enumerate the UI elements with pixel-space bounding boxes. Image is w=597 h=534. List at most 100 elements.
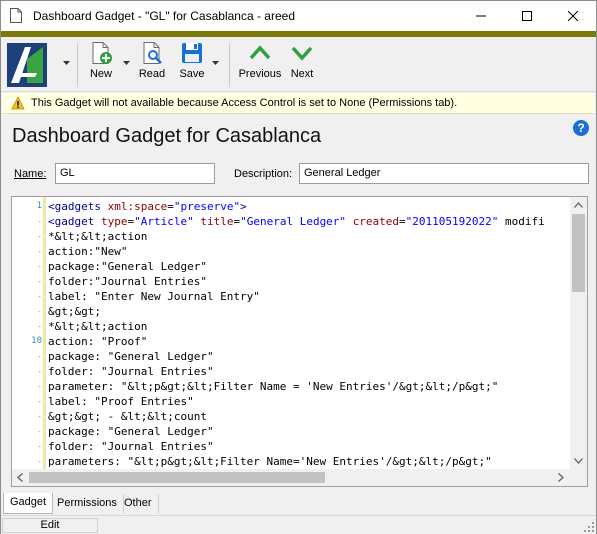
- page-title: Dashboard Gadget for Casablanca: [12, 125, 322, 147]
- scrollbar-corner: [570, 469, 587, 486]
- toolbar-separator: [77, 43, 78, 87]
- code-line: *&lt;&lt;action: [48, 320, 148, 333]
- line-number: 1: [36, 201, 42, 211]
- save-disk-icon: [182, 43, 202, 63]
- code-line: <gadgets xml:space="preserve">: [48, 200, 247, 213]
- new-button[interactable]: New: [88, 41, 114, 89]
- code-line: folder: "Journal Entries": [48, 365, 214, 378]
- resize-grip-icon[interactable]: [584, 522, 594, 532]
- new-dropdown-icon[interactable]: [123, 61, 130, 66]
- chevron-up-icon: [249, 45, 271, 60]
- horizontal-scrollbar[interactable]: [12, 469, 570, 486]
- line-number: -: [37, 307, 42, 316]
- code-line: &gt;&gt;: [48, 305, 101, 318]
- edit-mode-indicator: Edit: [2, 518, 98, 533]
- app-menu-dropdown-icon[interactable]: [63, 61, 70, 66]
- name-label: Name:: [14, 168, 46, 180]
- maximize-icon: [522, 11, 532, 21]
- minimize-icon: [476, 15, 486, 17]
- read-button[interactable]: Read: [137, 41, 167, 89]
- scroll-right-arrow-icon[interactable]: [558, 473, 564, 482]
- close-icon: [568, 11, 578, 21]
- vertical-scrollbar[interactable]: [570, 197, 587, 469]
- toolbar: New Read Save Previous Next: [1, 37, 596, 92]
- horizontal-scroll-thumb[interactable]: [29, 472, 325, 483]
- tab-permissions[interactable]: Permissions: [51, 494, 124, 514]
- change-marker-bar: [43, 197, 46, 469]
- code-line: action: "Proof": [48, 335, 148, 348]
- read-button-label: Read: [138, 68, 166, 80]
- tab-gadget[interactable]: Gadget: [3, 493, 54, 514]
- document-icon: [10, 8, 22, 23]
- app-logo-icon: [7, 43, 47, 87]
- bottom-tab-strip: Gadget Permissions Other: [1, 493, 596, 514]
- dashboard-gadget-window: Dashboard Gadget - "GL" for Casablanca -…: [0, 0, 597, 534]
- line-number: -: [37, 412, 42, 421]
- save-dropdown-icon[interactable]: [212, 61, 219, 66]
- title-bar: Dashboard Gadget - "GL" for Casablanca -…: [1, 1, 596, 31]
- line-number: -: [37, 352, 42, 361]
- code-line: folder:"Journal Entries": [48, 275, 207, 288]
- line-number: -: [37, 292, 42, 301]
- tab-other[interactable]: Other: [118, 494, 159, 514]
- previous-button[interactable]: Previous: [237, 41, 283, 89]
- line-number: -: [37, 322, 42, 331]
- access-warning-banner: This Gadget will not available because A…: [2, 93, 595, 114]
- name-label-text: Name:: [14, 168, 47, 180]
- code-line: action:"New": [48, 245, 128, 258]
- next-button-label: Next: [290, 68, 314, 80]
- scroll-left-arrow-icon[interactable]: [17, 473, 23, 482]
- line-number-gutter: 1 - - - - - - - - 10 - - - - - - - -: [12, 197, 44, 469]
- line-number: -: [37, 397, 42, 406]
- code-line: package: "General Ledger": [48, 350, 214, 363]
- xml-code-editor[interactable]: 1 - - - - - - - - 10 - - - - - - - - <gadgets xml:space="…: [11, 196, 588, 487]
- code-line: parameter: "&lt;p&gt;&lt;Filter Name = '…: [48, 380, 499, 393]
- help-icon[interactable]: ?: [573, 120, 589, 136]
- line-number: -: [37, 427, 42, 436]
- description-label: Description:: [234, 168, 292, 180]
- warning-icon: [11, 96, 25, 110]
- save-button[interactable]: Save: [177, 41, 207, 89]
- minimize-button[interactable]: [458, 1, 504, 31]
- line-number: -: [37, 442, 42, 451]
- line-number: -: [37, 232, 42, 241]
- code-line: package:"General Ledger": [48, 260, 207, 273]
- code-line: parameters: "&lt;p&gt;&lt;Filter Name='N…: [48, 455, 492, 468]
- code-line: &gt;&gt; - &lt;&lt;count: [48, 410, 207, 423]
- code-line: label: "Enter New Journal Entry": [48, 290, 260, 303]
- name-field[interactable]: GL: [55, 163, 215, 184]
- maximize-button[interactable]: [504, 1, 550, 31]
- read-document-icon: [143, 42, 162, 64]
- chevron-down-icon: [291, 46, 313, 61]
- line-number: -: [37, 277, 42, 286]
- line-number: -: [37, 367, 42, 376]
- next-button[interactable]: Next: [288, 41, 316, 89]
- line-number: -: [37, 457, 42, 466]
- code-line: <gadget type="Article" title="General Le…: [48, 215, 545, 228]
- code-line: label: "Proof Entries": [48, 395, 194, 408]
- code-line: package: "General Ledger": [48, 425, 214, 438]
- previous-button-label: Previous: [238, 68, 282, 80]
- warning-text: This Gadget will not available because A…: [31, 97, 458, 109]
- line-number: -: [37, 262, 42, 271]
- line-number: -: [37, 217, 42, 226]
- status-bar: Edit: [1, 515, 596, 534]
- new-button-label: New: [89, 68, 112, 80]
- scroll-up-arrow-icon[interactable]: [574, 202, 583, 208]
- line-number: -: [37, 382, 42, 391]
- close-button[interactable]: [550, 1, 596, 31]
- new-document-icon: [92, 42, 112, 64]
- description-label-text: Description:: [234, 168, 293, 180]
- line-number: -: [37, 247, 42, 256]
- code-line: folder: "Journal Entries": [48, 440, 214, 453]
- scroll-down-arrow-icon[interactable]: [574, 458, 583, 464]
- code-line: *&lt;&lt;action: [48, 230, 148, 243]
- code-text-area[interactable]: <gadgets xml:space="preserve"> <gadget ty…: [48, 199, 570, 469]
- description-field[interactable]: General Ledger: [299, 163, 589, 184]
- window-title: Dashboard Gadget - "GL" for Casablanca -…: [33, 9, 295, 23]
- vertical-scroll-thumb[interactable]: [572, 214, 585, 292]
- app-menu-button[interactable]: [7, 43, 47, 91]
- save-button-label: Save: [179, 68, 205, 80]
- line-number: 10: [31, 336, 42, 346]
- toolbar-separator: [229, 43, 230, 87]
